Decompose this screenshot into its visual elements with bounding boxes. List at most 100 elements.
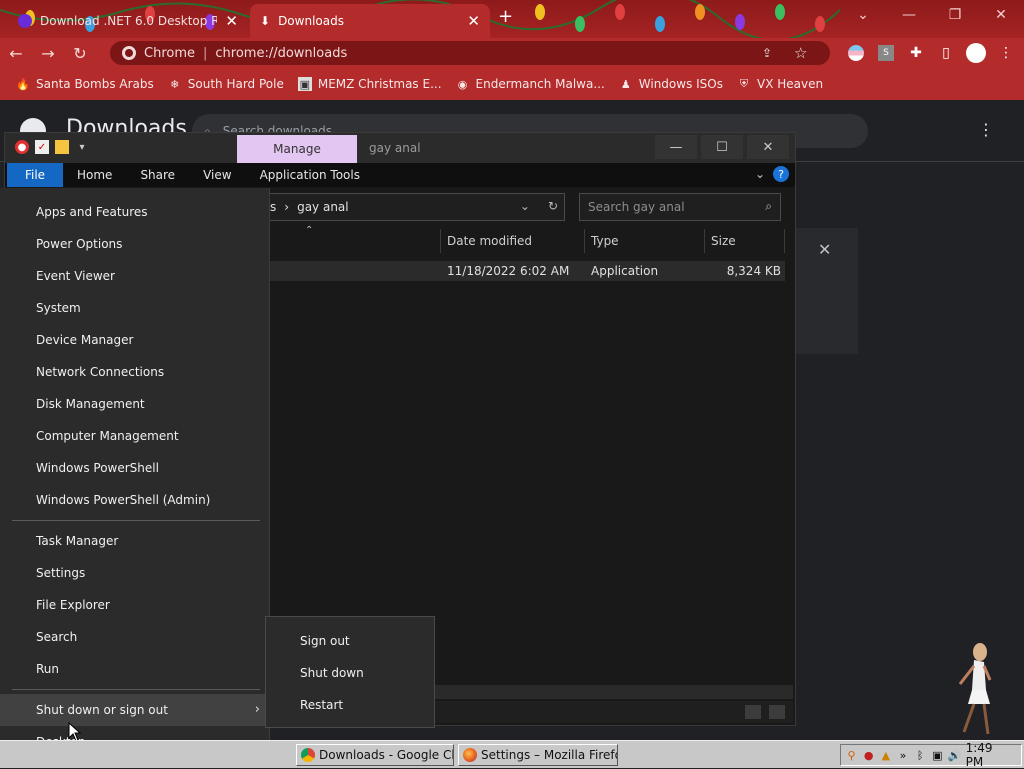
s-extension-icon[interactable]: S [874, 41, 898, 65]
bookmark-memz[interactable]: ▣ MEMZ Christmas E... [297, 77, 442, 91]
tab-share[interactable]: Share [126, 163, 189, 187]
menu-system[interactable]: System [0, 292, 270, 324]
column-name[interactable] [265, 229, 441, 253]
menu-shut-down[interactable]: Shut down [266, 657, 434, 689]
menu-task-manager[interactable]: Task Manager [0, 525, 270, 557]
menu-apps-and-features[interactable]: Apps and Features [0, 196, 270, 228]
back-icon[interactable]: ← [0, 44, 32, 63]
close-button[interactable]: ✕ [978, 0, 1024, 30]
more-options-icon[interactable]: ⋮ [978, 120, 994, 139]
bookmark-endermanch[interactable]: ◉ Endermanch Malwa... [456, 77, 605, 91]
image-icon: ▣ [297, 77, 312, 91]
minimize-button[interactable]: — [886, 0, 932, 30]
menu-windows-powershell-admin[interactable]: Windows PowerShell (Admin) [0, 484, 270, 516]
tab-downloads[interactable]: ⬇ Downloads ✕ [250, 4, 490, 38]
size-cell: 8,324 KB [726, 264, 781, 278]
taskbar-button-chrome[interactable]: Downloads - Google Chro... [296, 744, 454, 766]
forward-icon[interactable]: → [32, 44, 64, 63]
menu-run[interactable]: Run [0, 653, 270, 685]
taskbar-button-firefox[interactable]: Settings – Mozilla Firefox [458, 744, 618, 766]
menu-file-explorer[interactable]: File Explorer [0, 589, 270, 621]
maximize-button[interactable]: ☐ [701, 135, 743, 159]
view-toggle [745, 705, 785, 719]
warning-tray-icon[interactable]: ▲ [879, 748, 892, 762]
firefox-icon [463, 748, 477, 762]
breadcrumb-folder[interactable]: gay anal [297, 200, 349, 214]
menu-event-viewer[interactable]: Event Viewer [0, 260, 270, 292]
column-date-modified[interactable]: Date modified [441, 229, 585, 253]
menu-network-connections[interactable]: Network Connections [0, 356, 270, 388]
tab-view[interactable]: View [189, 163, 245, 187]
close-button[interactable]: ✕ [747, 135, 789, 159]
menu-power-options[interactable]: Power Options [0, 228, 270, 260]
bookmark-star-icon[interactable]: ☆ [794, 44, 807, 62]
minimize-button[interactable]: — [655, 135, 697, 159]
profile-avatar[interactable] [964, 41, 988, 65]
bluetooth-icon[interactable]: ᛒ [914, 748, 927, 762]
tab-file[interactable]: File [7, 163, 63, 187]
share-icon[interactable]: ⇪ [762, 46, 772, 60]
menu-divider [12, 689, 260, 690]
column-type[interactable]: Type [585, 229, 705, 253]
properties-icon[interactable]: ✓ [35, 140, 49, 154]
details-view-icon[interactable] [745, 705, 761, 719]
tab-search-button[interactable]: ⌄ [840, 0, 886, 30]
table-row[interactable]: 11/18/2022 6:02 AM Application 8,324 KB [265, 261, 785, 281]
tab-home[interactable]: Home [63, 163, 126, 187]
menu-device-manager[interactable]: Device Manager [0, 324, 270, 356]
bookmark-vx-heaven[interactable]: ⛨ VX Heaven [737, 77, 823, 91]
explorer-window-title: gay anal [369, 141, 421, 155]
chevron-tray-icon[interactable]: » [896, 748, 909, 762]
puzzle-icon[interactable]: ✚ [904, 41, 928, 65]
chevron-down-icon[interactable]: ⌄ [520, 199, 530, 213]
tab-manage[interactable]: Manage [237, 135, 357, 163]
address-bar[interactable]: s › gay anal ⌄ ↻ [265, 193, 565, 221]
new-tab-button[interactable]: + [498, 6, 513, 27]
type-cell: Application [591, 264, 659, 278]
help-icon[interactable]: ? [773, 166, 789, 182]
menu-dots-icon[interactable]: ⋮ [994, 41, 1018, 65]
omnibox-url: chrome://downloads [215, 45, 348, 61]
red-app-tray-icon[interactable]: ● [862, 748, 875, 762]
tab-application-tools[interactable]: Application Tools [246, 163, 374, 187]
tab-close-icon[interactable]: ✕ [225, 12, 238, 30]
menu-restart[interactable]: Restart [266, 689, 434, 721]
explorer-search-input[interactable]: Search gay anal ⌕ [579, 193, 781, 221]
network-icon[interactable]: ▣ [931, 748, 944, 762]
ribbon-right-controls: ⌄ ? [755, 166, 789, 182]
customize-toolbar-icon[interactable]: ▾ [75, 140, 89, 154]
refresh-icon[interactable]: ↻ [548, 199, 558, 213]
bookmark-south-hard-pole[interactable]: ❄ South Hard Pole [168, 77, 284, 91]
menu-sign-out[interactable]: Sign out [266, 625, 434, 657]
menu-disk-management[interactable]: Disk Management [0, 388, 270, 420]
menu-search[interactable]: Search [0, 621, 270, 653]
flag-extension-icon[interactable] [844, 41, 868, 65]
reload-icon[interactable]: ↻ [64, 44, 96, 63]
remove-download-icon[interactable]: ✕ [818, 240, 831, 259]
omnibox[interactable]: Chrome | chrome://downloads [110, 41, 830, 65]
restore-button[interactable]: ❐ [932, 0, 978, 30]
large-icons-view-icon[interactable] [769, 705, 785, 719]
search-icon: ⌕ [765, 199, 772, 213]
dotnet-favicon-icon [18, 14, 32, 28]
tab-dotnet-download[interactable]: Download .NET 6.0 Desktop Ru... ✕ [8, 4, 248, 38]
bookmark-windows-isos[interactable]: ♟ Windows ISOs [619, 77, 723, 91]
chrome-window-controls: ⌄ — ❐ ✕ [840, 0, 1024, 30]
bookmark-santa-bombs[interactable]: 🔥 Santa Bombs Arabs [16, 77, 154, 91]
new-folder-icon[interactable] [55, 140, 69, 154]
volume-icon[interactable]: 🔊 [948, 748, 962, 762]
clock[interactable]: 1:49 PM [966, 741, 1021, 769]
explorer-window-controls: — ☐ ✕ [655, 135, 789, 159]
menu-windows-powershell[interactable]: Windows PowerShell [0, 452, 270, 484]
menu-settings[interactable]: Settings [0, 557, 270, 589]
app-icon[interactable]: ● [15, 140, 29, 154]
chevron-down-icon[interactable]: ⌄ [755, 167, 765, 181]
menu-shut-down-or-sign-out[interactable]: Shut down or sign out › [0, 694, 270, 726]
bookmark-label: VX Heaven [757, 77, 824, 91]
tab-close-icon[interactable]: ✕ [467, 12, 480, 30]
search-tray-icon[interactable]: ⚲ [845, 748, 858, 762]
column-size[interactable]: Size [705, 229, 785, 253]
menu-computer-management[interactable]: Computer Management [0, 420, 270, 452]
side-panel-icon[interactable]: ▯ [934, 41, 958, 65]
search-placeholder: Search gay anal [588, 200, 685, 214]
